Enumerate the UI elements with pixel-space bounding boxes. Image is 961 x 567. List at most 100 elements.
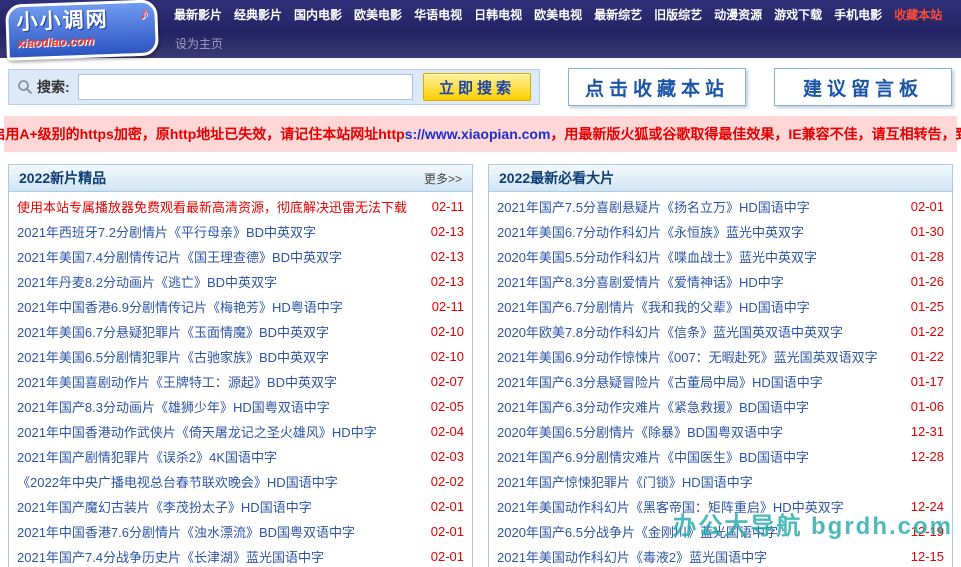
movie-row[interactable]: 《2022年中央广播电视总台春节联欢晚会》HD国语中字 02-02	[17, 469, 464, 494]
movie-link[interactable]: 2021年美国喜剧动作片《王牌特工：源起》BD中英双字	[17, 372, 418, 391]
search-input[interactable]	[77, 74, 413, 100]
nav-item[interactable]: 欧美电视	[528, 6, 588, 23]
movie-row[interactable]: 2021年西班牙7.2分剧情片《平行母亲》BD中英双字 02-13	[17, 219, 464, 244]
search-label: 搜索:	[37, 79, 70, 95]
movie-link[interactable]: 《2022年中央广播电视总台春节联欢晚会》HD国语中字	[17, 472, 418, 491]
movie-link[interactable]: 2021年中国香港7.6分剧情片《浊水漂流》BD国粤双语中字	[17, 522, 418, 541]
site-header: 最新影片 经典影片 国内电影 欧美电影 华语电视 日韩电视 欧美电视 最新综艺 旧版综艺 动漫资源…	[0, 0, 961, 61]
nav-item[interactable]: 最新影片	[168, 6, 228, 23]
movie-link[interactable]: 2020年欧美7.8分动作科幻片《信条》蓝光国英双语中英双字	[497, 322, 898, 341]
movie-link[interactable]: 2021年国产8.3分动画片《雄狮少年》HD国粤双语中字	[17, 397, 418, 416]
movie-row[interactable]: 2021年中国香港7.6分剧情片《浊水漂流》BD国粤双语中字 02-01	[17, 519, 464, 544]
search-submit-button[interactable]: 立即搜索	[423, 73, 531, 101]
nav-item[interactable]: 手机电影	[828, 6, 888, 23]
movie-row[interactable]: 2021年国产7.5分喜剧悬疑片《扬名立万》HD国语中字 02-01	[497, 194, 944, 219]
movie-row[interactable]: 2021年国产6.7分剧情片《我和我的父辈》HD国语中字 01-25	[497, 294, 944, 319]
movie-link[interactable]: 2021年美国6.7分动作科幻片《永恒族》蓝光中英双字	[497, 222, 898, 241]
movie-link[interactable]: 2021年中国香港6.9分剧情传记片《梅艳芳》HD粤语中字	[17, 297, 418, 316]
movie-row[interactable]: 2021年美国6.7分悬疑犯罪片《玉面情魔》BD中英双字 02-10	[17, 319, 464, 344]
movie-row[interactable]: 2020年国产6.5分战争片《金刚川》蓝光国语中字 12-19	[497, 519, 944, 544]
notice-text-suffix: ，用最新版火狐或谷歌取得最佳效果，IE兼容不佳，请互相转告，致谢！	[550, 126, 961, 142]
movie-link[interactable]: 2021年国产剧情犯罪片《误杀2》4K国语中字	[17, 447, 418, 466]
movie-link[interactable]: 2021年美国6.5分剧情犯罪片《古驰家族》BD中英双字	[17, 347, 418, 366]
set-home-link[interactable]: 设为主页	[175, 35, 223, 52]
notice-site-url[interactable]: s://www.xiaopian.com	[405, 126, 551, 142]
movie-row[interactable]: 2021年丹麦8.2分动画片《逃亡》BD中英双字 02-13	[17, 269, 464, 294]
movie-row[interactable]: 2021年美国6.7分动作科幻片《永恒族》蓝光中英双字 01-30	[497, 219, 944, 244]
movie-row[interactable]: 2021年国产6.9分剧情灾难片《中国医生》BD国语中字 12-28	[497, 444, 944, 469]
movie-link[interactable]: 2020年美国5.5分动作科幻片《喋血战士》蓝光中英双字	[497, 247, 898, 266]
movie-link[interactable]: 2021年美国动作科幻片《黑客帝国：矩阵重启》HD中英双字	[497, 497, 898, 516]
nav-item[interactable]: 华语电视	[408, 6, 468, 23]
movie-link[interactable]: 2021年美国6.7分悬疑犯罪片《玉面情魔》BD中英双字	[17, 322, 418, 341]
movie-date: 12-28	[910, 449, 944, 464]
movie-row[interactable]: 2021年美国7.4分剧情传记片《国王理查德》BD中英双字 02-13	[17, 244, 464, 269]
favorite-site-button[interactable]: 点击收藏本站	[568, 68, 746, 106]
movie-date: 01-25	[910, 299, 944, 314]
movie-row[interactable]: 2020年欧美7.8分动作科幻片《信条》蓝光国英双语中英双字 01-22	[497, 319, 944, 344]
search-icon	[17, 79, 33, 95]
movie-row[interactable]: 2021年美国6.5分剧情犯罪片《古驰家族》BD中英双字 02-10	[17, 344, 464, 369]
movie-link[interactable]: 2021年美国7.4分剧情传记片《国王理查德》BD中英双字	[17, 247, 418, 266]
nav-item[interactable]: 最新综艺	[588, 6, 648, 23]
movie-row[interactable]: 2020年美国6.5分剧情片《除暴》BD国粤双语中字 12-31	[497, 419, 944, 444]
movie-link[interactable]: 2021年国产惊悚犯罪片《门锁》HD国语中字	[497, 472, 898, 491]
nav-item[interactable]: 动漫资源	[708, 6, 768, 23]
movie-row[interactable]: 2020年美国5.5分动作科幻片《喋血战士》蓝光中英双字 01-28	[497, 244, 944, 269]
movie-row[interactable]: 使用本站专属播放器免费观看最新高清资源，彻底解决迅雷无法下载 02-11	[17, 194, 464, 219]
movie-link[interactable]: 2020年国产6.5分战争片《金刚川》蓝光国语中字	[497, 522, 898, 541]
movie-link[interactable]: 2021年丹麦8.2分动画片《逃亡》BD中英双字	[17, 272, 418, 291]
movie-date: 12-24	[910, 499, 944, 514]
nav-item[interactable]: 欧美电影	[348, 6, 408, 23]
nav-item[interactable]: 国内电影	[288, 6, 348, 23]
movie-row[interactable]: 2021年国产6.3分动作灾难片《紧急救援》BD国语中字 01-06	[497, 394, 944, 419]
nav-item[interactable]: 经典影片	[228, 6, 288, 23]
movie-row[interactable]: 2021年国产魔幻古装片《李茂扮太子》HD国语中字 02-01	[17, 494, 464, 519]
movie-link[interactable]: 2021年国产魔幻古装片《李茂扮太子》HD国语中字	[17, 497, 418, 516]
suggestion-board-button[interactable]: 建议留言板	[774, 68, 952, 106]
movie-date: 02-01	[430, 524, 464, 539]
movie-date: 02-13	[430, 274, 464, 289]
movie-row[interactable]: 2021年国产8.3分喜剧爱情片《爱情神话》HD中字 01-26	[497, 269, 944, 294]
nav-item[interactable]: 游戏下载	[768, 6, 828, 23]
movie-link[interactable]: 2020年美国6.5分剧情片《除暴》BD国粤双语中字	[497, 422, 898, 441]
movie-link[interactable]: 2021年西班牙7.2分剧情片《平行母亲》BD中英双字	[17, 222, 418, 241]
movie-row[interactable]: 2021年美国喜剧动作片《王牌特工：源起》BD中英双字 02-07	[17, 369, 464, 394]
movie-row[interactable]: 2021年美国6.9分动作惊悚片《007：无暇赴死》蓝光国英双语双字 01-22	[497, 344, 944, 369]
movie-link[interactable]: 2021年中国香港动作武侠片《倚天屠龙记之圣火雄风》HD中字	[17, 422, 418, 441]
new-films-list: 使用本站专属播放器免费观看最新高清资源，彻底解决迅雷无法下载 02-11 202…	[9, 192, 472, 567]
nav-item[interactable]: 旧版综艺	[648, 6, 708, 23]
nav-item[interactable]: 日韩电视	[468, 6, 528, 23]
movie-date: 02-05	[430, 399, 464, 414]
movie-row[interactable]: 2021年中国香港6.9分剧情传记片《梅艳芳》HD粤语中字 02-11	[17, 294, 464, 319]
movie-link[interactable]: 2021年国产7.4分战争历史片《长津湖》蓝光国语中字	[17, 547, 418, 566]
movie-link[interactable]: 2021年国产6.3分动作灾难片《紧急救援》BD国语中字	[497, 397, 898, 416]
more-link[interactable]: 更多>>	[424, 170, 462, 187]
movie-link[interactable]: 使用本站专属播放器免费观看最新高清资源，彻底解决迅雷无法下载	[17, 197, 418, 216]
movie-row[interactable]: 2021年美国动作科幻片《毒液2》蓝光国语中字 12-15	[497, 544, 944, 567]
site-logo[interactable]: ♪ 小小调网 xiaodiao.com	[5, 0, 159, 61]
movie-row[interactable]: 2021年美国动作科幻片《黑客帝国：矩阵重启》HD中英双字 12-24	[497, 494, 944, 519]
music-note-icon: ♪	[139, 2, 149, 23]
movie-row[interactable]: 2021年国产7.4分战争历史片《长津湖》蓝光国语中字 02-01	[17, 544, 464, 567]
movie-link[interactable]: 2021年美国6.9分动作惊悚片《007：无暇赴死》蓝光国英双语双字	[497, 347, 898, 366]
movie-link[interactable]: 2021年美国动作科幻片《毒液2》蓝光国语中字	[497, 547, 898, 566]
movie-date: 02-10	[430, 349, 464, 364]
movie-date: 01-06	[910, 399, 944, 414]
movie-date: 12-31	[910, 424, 944, 439]
new-films-panel: 2022新片精品 更多>> 使用本站专属播放器免费观看最新高清资源，彻底解决迅雷…	[8, 164, 473, 567]
movie-link[interactable]: 2021年国产8.3分喜剧爱情片《爱情神话》HD中字	[497, 272, 898, 291]
movie-row[interactable]: 2021年国产惊悚犯罪片《门锁》HD国语中字	[497, 469, 944, 494]
nav-item[interactable]: 收藏本站	[888, 6, 948, 23]
movie-link[interactable]: 2021年国产7.5分喜剧悬疑片《扬名立万》HD国语中字	[497, 197, 898, 216]
movie-link[interactable]: 2021年国产6.9分剧情灾难片《中国医生》BD国语中字	[497, 447, 898, 466]
movie-row[interactable]: 2021年国产6.3分悬疑冒险片《古董局中局》HD国语中字 01-17	[497, 369, 944, 394]
movie-link[interactable]: 2021年国产6.7分剧情片《我和我的父辈》HD国语中字	[497, 297, 898, 316]
site-notice: 网站启用A+级别的https加密，原http地址已失效，请记住本站网址http s…	[0, 116, 961, 152]
movie-link[interactable]: 2021年国产6.3分悬疑冒险片《古董局中局》HD国语中字	[497, 372, 898, 391]
search-action-row: 搜索: 立即搜索 点击收藏本站 建议留言板	[8, 68, 953, 106]
movie-row[interactable]: 2021年中国香港动作武侠片《倚天屠龙记之圣火雄风》HD中字 02-04	[17, 419, 464, 444]
movie-row[interactable]: 2021年国产8.3分动画片《雄狮少年》HD国粤双语中字 02-05	[17, 394, 464, 419]
movie-row[interactable]: 2021年国产剧情犯罪片《误杀2》4K国语中字 02-03	[17, 444, 464, 469]
notice-text-prefix: 网站启用A+级别的https加密，原http地址已失效，请记住本站网址http	[0, 126, 405, 142]
